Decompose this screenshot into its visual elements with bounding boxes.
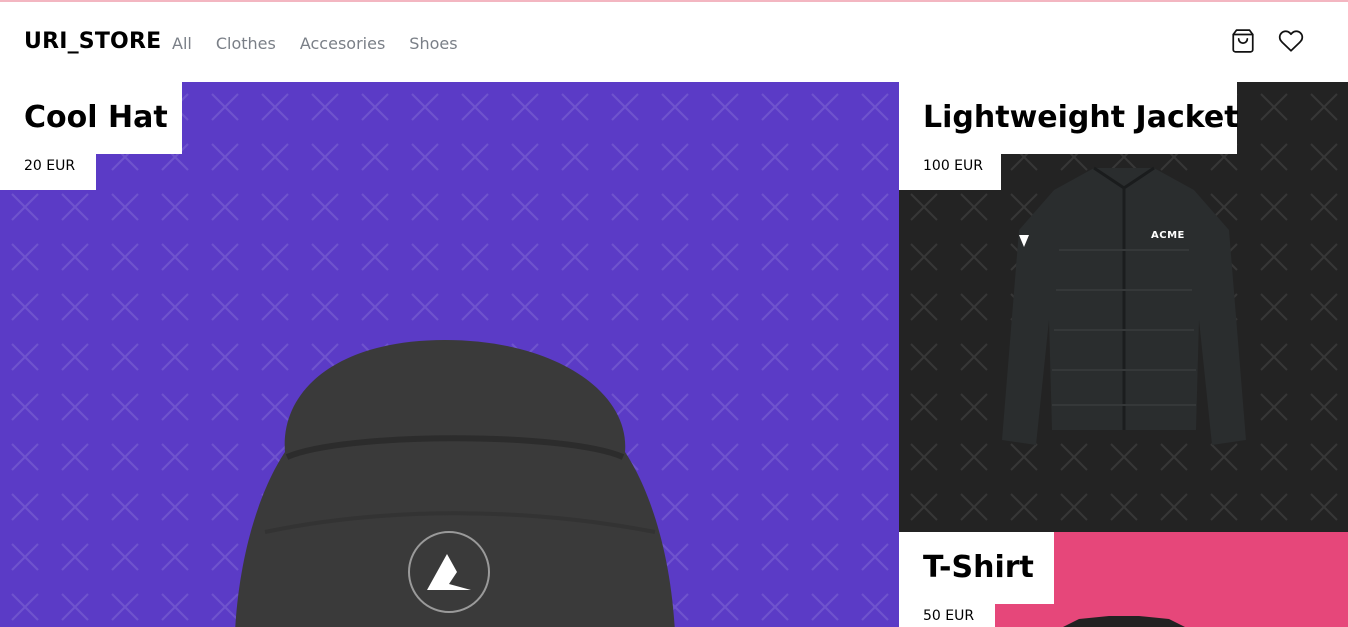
tshirt-image [1063, 616, 1185, 627]
site-header: URI_STORE All Clothes Accesories Shoes [0, 2, 1348, 82]
jacket-image [1002, 166, 1246, 445]
product-title: T-Shirt [923, 550, 1034, 585]
product-price-box: 20 EUR [0, 154, 96, 190]
product-price: 50 EUR [923, 608, 975, 624]
product-price: 100 EUR [923, 158, 983, 174]
nav-link-shoes[interactable]: Shoes [409, 34, 457, 53]
main-nav: All Clothes Accesories Shoes [172, 34, 458, 53]
shopping-bag-icon[interactable] [1230, 28, 1256, 54]
product-title-box: Lightweight Jacket [899, 82, 1239, 154]
heart-icon[interactable] [1278, 28, 1304, 54]
product-price-box: 100 EUR [899, 154, 1001, 190]
product-tile-t-shirt[interactable]: T-Shirt 50 EUR [899, 532, 1348, 627]
product-tile-cool-hat[interactable]: Cool Hat 20 EUR [0, 82, 899, 627]
product-price: 20 EUR [24, 158, 76, 174]
jacket-brand-text: ACME [1151, 230, 1185, 241]
product-title-box: Cool Hat [0, 82, 182, 154]
nav-link-accesories[interactable]: Accesories [300, 34, 385, 53]
header-actions [1230, 28, 1304, 54]
product-title: Lightweight Jacket [923, 100, 1239, 135]
product-price-box: 50 EUR [899, 604, 995, 627]
nav-link-all[interactable]: All [172, 34, 192, 53]
product-title-box: T-Shirt [899, 532, 1054, 604]
store-logo[interactable]: URI_STORE [24, 29, 161, 54]
product-tile-lightweight-jacket[interactable]: ACME Lightweight Jacket 100 EUR [899, 82, 1348, 532]
product-title: Cool Hat [24, 100, 168, 135]
nav-link-clothes[interactable]: Clothes [216, 34, 276, 53]
beanie-hat-image [235, 340, 675, 627]
